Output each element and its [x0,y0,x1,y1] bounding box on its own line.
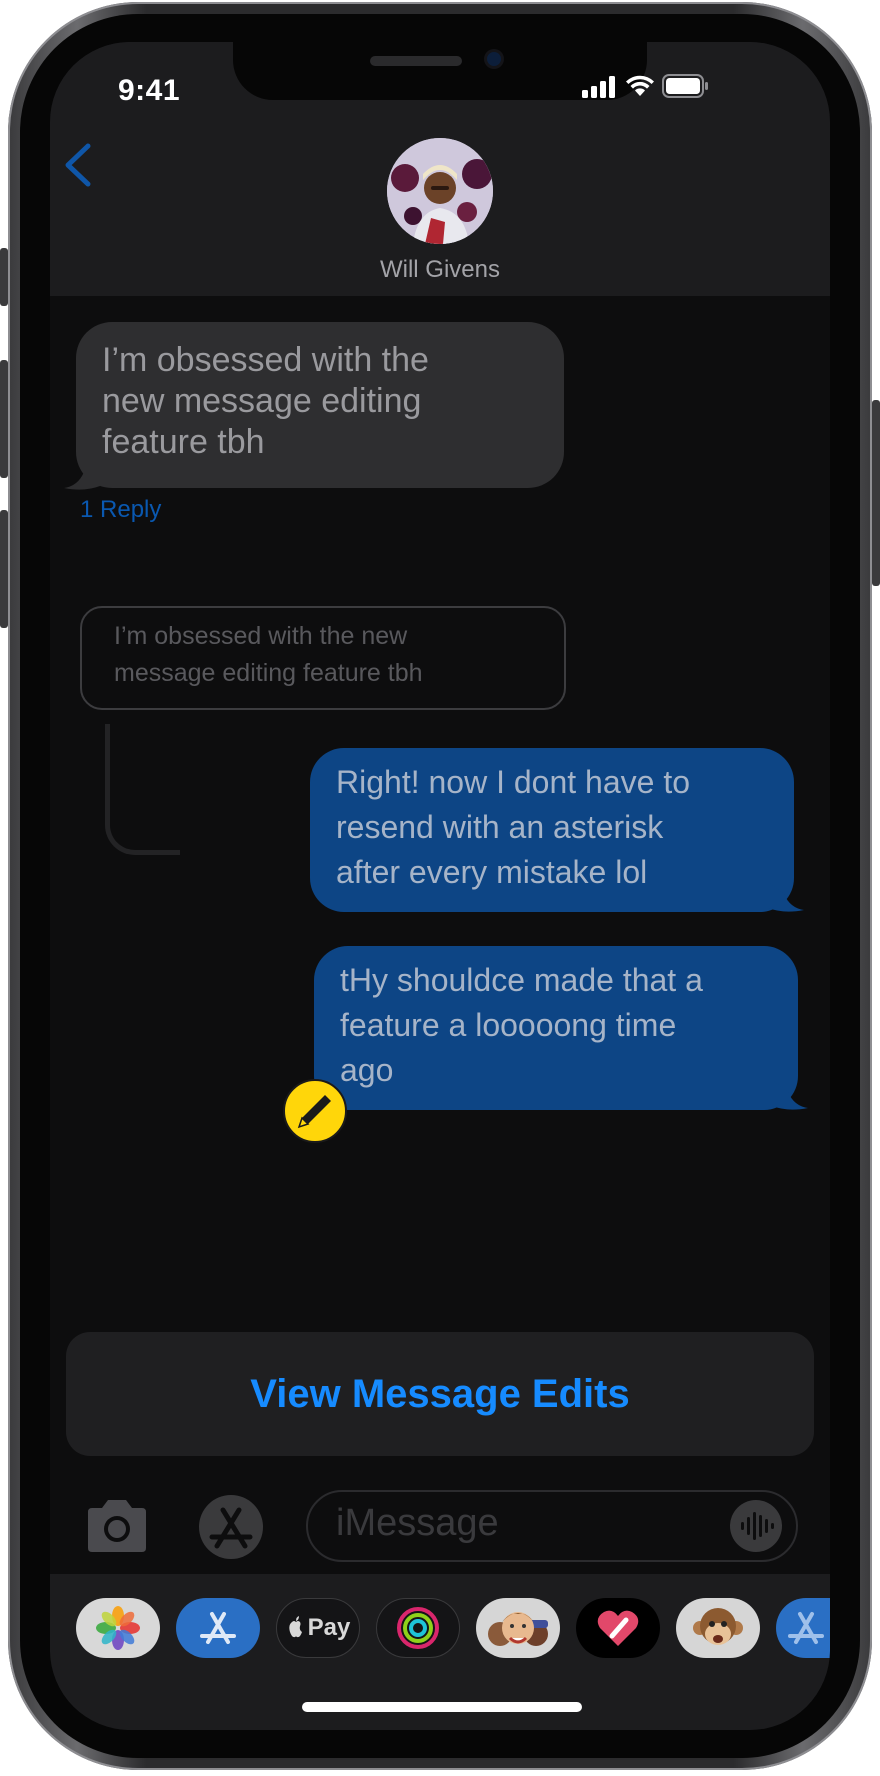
battery-icon [662,74,708,103]
message-line: tHy shouldce made that a [340,962,703,998]
memoji-icon[interactable] [476,1598,560,1658]
home-indicator[interactable] [302,1702,582,1712]
apple-logo-icon [288,1616,302,1638]
incoming-bubble-tail [64,460,100,490]
view-message-edits-button[interactable]: View Message Edits [66,1332,814,1456]
message-line: resend with an asterisk [336,809,664,845]
apple-pay-icon[interactable]: Pay [276,1598,360,1658]
volume-down-button [0,510,8,628]
message-input[interactable]: iMessage [306,1490,798,1562]
avatar[interactable] [387,138,493,244]
waveform-icon[interactable] [728,1498,784,1554]
incoming-message-bubble[interactable]: I’m obsessed with the new message editin… [76,322,564,488]
outgoing-bubble-tail [772,1080,808,1110]
pencil-icon[interactable] [282,1078,348,1144]
camera-icon[interactable] [84,1498,150,1554]
message-line: ago [340,1052,394,1088]
outgoing-message-bubble[interactable]: Right! now I dont have to resend with an… [310,748,794,912]
message-line: Right! now I dont have to [336,764,690,800]
quoted-reply-preview[interactable]: I’m obsessed with the new message editin… [80,606,566,710]
status-time: 9:41 [118,74,181,107]
reply-count-link[interactable]: 1 Reply [80,496,161,524]
contact-name[interactable]: Will Givens [340,256,540,284]
message-line: I’m obsessed with the [102,341,429,379]
outgoing-bubble-tail [768,882,804,912]
edited-outgoing-message-bubble[interactable]: tHy shouldce made that a feature a loooo… [314,946,798,1110]
message-line: after every mistake lol [336,854,648,890]
speaker-grille [370,56,462,66]
apple-pay-label: Pay [307,1614,351,1641]
cellular-signal-icon [582,76,616,103]
message-line: new message editing [102,382,422,420]
message-line: feature a looooong time [340,1007,677,1043]
message-line: feature tbh [102,423,265,461]
app-store-icon[interactable] [198,1494,264,1560]
message-input-placeholder: iMessage [336,1502,499,1544]
wifi-icon [624,74,656,103]
thread-connector-line [105,724,180,855]
back-button[interactable] [58,140,108,200]
app-store-extra-icon[interactable] [776,1598,830,1658]
volume-up-button [0,360,8,478]
quoted-line: I’m obsessed with the new [114,622,408,650]
animoji-icon[interactable] [676,1598,760,1658]
quoted-line: message editing feature tbh [114,659,423,687]
app-store-icon[interactable] [176,1598,260,1658]
chevron-left-icon [65,143,91,187]
digital-touch-icon[interactable] [576,1598,660,1658]
mute-switch [0,248,8,306]
photos-icon[interactable] [76,1598,160,1658]
activity-icon[interactable] [376,1598,460,1658]
power-button [872,400,880,586]
front-camera [487,52,501,66]
screen: 9:41 Will Givens I’m obsessed with the n… [50,42,830,1730]
